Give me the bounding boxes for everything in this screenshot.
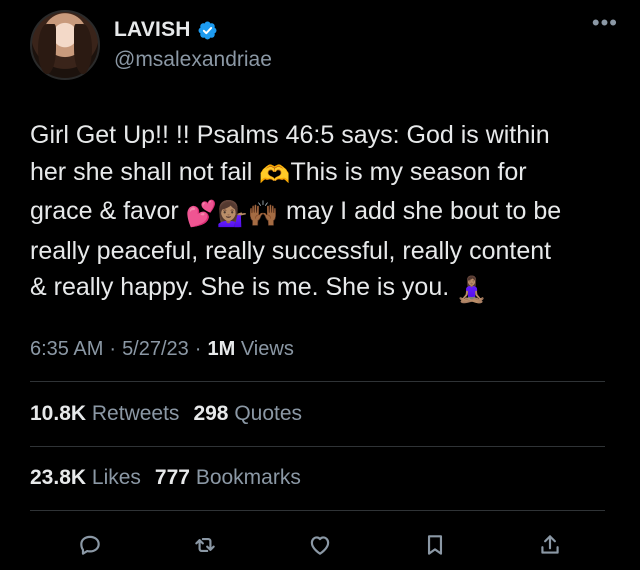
bookmarks-stat[interactable]: 777 Bookmarks xyxy=(155,466,305,490)
stats-row-reposts: 10.8K Retweets 298 Quotes xyxy=(30,402,306,426)
tweet-line-3b: may I add she bout to be xyxy=(279,197,562,225)
retweet-icon xyxy=(195,537,215,553)
tweet-line-3a: grace & favor xyxy=(30,197,186,225)
bookmarks-count: 777 xyxy=(154,466,190,489)
views-label: Views xyxy=(240,338,294,360)
retweets-label: Retweets xyxy=(91,402,180,425)
retweet-button[interactable] xyxy=(185,525,225,565)
divider xyxy=(30,381,605,382)
tweet-line-2b: This is my season for xyxy=(290,157,527,186)
divider xyxy=(30,446,605,447)
reply-button[interactable] xyxy=(70,525,110,565)
quotes-count: 298 xyxy=(193,402,229,425)
bookmark-icon xyxy=(427,535,443,555)
two-hearts-emoji: 💕 xyxy=(185,200,217,228)
tweet-date[interactable]: 5/27/23 xyxy=(122,338,189,361)
name-row: LAVISH xyxy=(114,18,218,42)
tweet-meta: 6:35 AM · 5/27/23 · 1M Views xyxy=(30,338,294,361)
meta-separator: · xyxy=(109,338,117,360)
bookmark-button[interactable] xyxy=(415,525,455,565)
heart-hands-emoji: 🫶 xyxy=(259,160,291,189)
meta-separator: · xyxy=(194,338,202,360)
share-button[interactable] xyxy=(530,525,570,565)
action-bar xyxy=(30,525,610,565)
views-count: 1M xyxy=(207,338,236,360)
quotes-stat[interactable]: 298 Quotes xyxy=(193,402,306,426)
likes-stat[interactable]: 23.8K Likes xyxy=(30,466,145,490)
display-name[interactable]: LAVISH xyxy=(114,18,191,42)
like-icon xyxy=(310,536,330,555)
retweets-stat[interactable]: 10.8K Retweets xyxy=(30,402,183,426)
bookmarks-label: Bookmarks xyxy=(195,466,301,489)
likes-count: 23.8K xyxy=(30,466,87,489)
more-icon[interactable]: ••• xyxy=(592,12,618,34)
tweet-header: LAVISH @msalexandriae ••• xyxy=(30,10,620,80)
avatar[interactable] xyxy=(30,10,100,80)
tipping-hand-emoji: 💁🏽‍♀️ xyxy=(216,200,248,228)
quotes-label: Quotes xyxy=(234,402,303,425)
raising-hands-emoji: 🙌🏾 xyxy=(247,200,280,228)
tweet-line-1: Girl Get Up!! !! Psalms 46:5 says: God i… xyxy=(30,121,550,149)
tweet-line-5: & really happy. She is me. She is you. xyxy=(30,273,457,301)
share-icon xyxy=(541,535,559,554)
tweet-time[interactable]: 6:35 AM xyxy=(30,338,103,361)
user-handle[interactable]: @msalexandriae xyxy=(114,48,272,72)
tweet-line-4: really peaceful, really successful, real… xyxy=(30,236,552,265)
stats-row-likes: 23.8K Likes 777 Bookmarks xyxy=(30,466,305,490)
reply-icon xyxy=(80,535,100,555)
divider xyxy=(30,510,605,511)
like-button[interactable] xyxy=(300,525,340,565)
tweet-line-2a: her she shall not fail xyxy=(30,157,260,186)
tweet-text: Girl Get Up!! !! Psalms 46:5 says: God i… xyxy=(30,117,615,309)
retweets-count: 10.8K xyxy=(30,402,87,425)
likes-label: Likes xyxy=(91,466,141,489)
lotus-position-emoji: 🧘🏽‍♀️ xyxy=(456,276,488,304)
verified-icon xyxy=(198,21,217,39)
